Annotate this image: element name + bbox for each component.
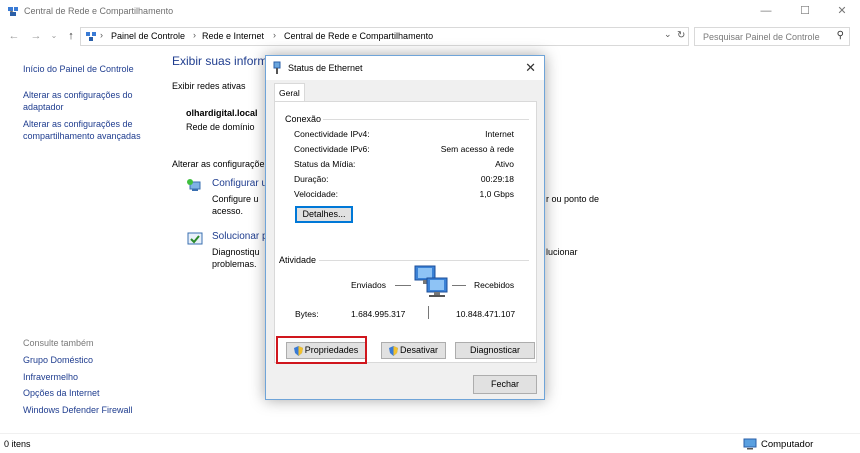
divider <box>315 119 529 120</box>
breadcrumb-central-de-rede[interactable]: Central de Rede e Compartilhamento <box>284 31 433 41</box>
breadcrumb-rede-e-internet[interactable]: Rede e Internet <box>202 31 264 41</box>
refresh-icon[interactable]: ↻ <box>677 30 685 41</box>
recent-dropdown-icon[interactable]: ⌄ <box>46 28 62 44</box>
details-button-label: Detalhes... <box>302 209 346 219</box>
navigation-bar: ← → ⌄ ↑ › Painel de Controle › Rede e In… <box>0 24 860 49</box>
close-button[interactable]: Fechar <box>473 375 537 394</box>
task-setup-link[interactable]: Configurar u <box>212 178 267 189</box>
task-setup-description: Configure u <box>212 194 259 204</box>
sidebar-link-infravermelho[interactable]: Infravermelho <box>23 371 78 383</box>
status-bar: 0 itens Computador <box>0 433 860 453</box>
network-type: Rede de domínio <box>186 122 255 132</box>
window-titlebar: Central de Rede e Compartilhamento — ☐ ✕ <box>0 0 860 24</box>
task-setup-description-right: r ou ponto de <box>546 194 600 204</box>
close-button-label: Fechar <box>490 379 519 389</box>
control-panel-icon <box>86 32 96 41</box>
sidebar-link-opcoes-internet[interactable]: Opções da Internet <box>23 387 100 399</box>
details-button[interactable]: Detalhes... <box>295 206 353 223</box>
sidebar-link-firewall[interactable]: Windows Defender Firewall <box>23 404 133 416</box>
sidebar-link-grupo-domestico[interactable]: Grupo Doméstico <box>23 354 93 366</box>
dialog-titlebar: Status de Ethernet ✕ <box>266 56 544 80</box>
activity-group-label: Atividade <box>277 255 319 265</box>
window-title: Central de Rede e Compartilhamento <box>24 6 174 16</box>
network-name: olhardigital.local <box>186 108 258 118</box>
task-setup-description-2: acesso. <box>212 206 244 216</box>
maximize-button[interactable]: ☐ <box>786 0 824 24</box>
troubleshoot-icon <box>187 232 203 245</box>
media-status-label: Status da Mídia: <box>294 159 356 169</box>
computer-icon <box>743 438 757 450</box>
diagnose-button[interactable]: Diagnosticar <box>455 342 535 359</box>
dialog-title: Status de Ethernet <box>288 63 363 73</box>
ipv4-label: Conectividade IPv4: <box>294 129 370 139</box>
network-center-icon <box>8 7 18 16</box>
task-troubleshoot-description-2: problemas. <box>212 259 257 269</box>
breadcrumb-separator-icon: › <box>100 30 103 40</box>
change-settings-label: Alterar as configuraçõe <box>172 159 265 169</box>
forward-arrow-icon[interactable]: → <box>28 28 44 44</box>
ipv6-value: Sem acesso à rede <box>440 144 514 154</box>
bytes-received-value: 10.848.471.107 <box>456 309 516 319</box>
breadcrumb-separator-icon: › <box>193 30 196 40</box>
sidebar: Início do Painel de Controle Alterar as … <box>0 55 160 430</box>
speed-label: Velocidade: <box>294 189 338 199</box>
minimize-button[interactable]: — <box>747 0 785 24</box>
computer-label: Computador <box>761 439 814 450</box>
task-troubleshoot-link[interactable]: Solucionar pr <box>212 231 271 242</box>
active-networks-label: Exibir redes ativas <box>172 81 246 91</box>
received-line <box>452 285 466 286</box>
highlight-box <box>276 336 367 364</box>
task-troubleshoot-description: Diagnostiqu <box>212 247 260 257</box>
connection-group-label: Conexão <box>283 114 324 124</box>
ethernet-plug-icon <box>273 61 281 74</box>
bytes-divider <box>428 306 429 319</box>
ipv6-label: Conectividade IPv6: <box>294 144 370 154</box>
duration-label: Duração: <box>294 174 329 184</box>
disable-button[interactable]: Desativar <box>381 342 446 359</box>
search-box[interactable]: Pesquisar Painel de Controle ⚲ <box>694 27 850 46</box>
duration-value: 00:29:18 <box>480 174 514 184</box>
page-title: Exibir suas inform <box>172 54 268 68</box>
dialog-close-icon[interactable]: ✕ <box>525 60 536 76</box>
diagnose-button-label: Diagnosticar <box>469 345 521 355</box>
network-computers-icon <box>414 265 448 297</box>
sent-line <box>395 285 411 286</box>
speed-value: 1,0 Gbps <box>479 189 515 199</box>
sidebar-link-adaptador[interactable]: Alterar as configurações do adaptador <box>23 89 148 113</box>
search-icon[interactable]: ⚲ <box>837 30 844 41</box>
task-troubleshoot-description-right: lucionar <box>546 247 578 257</box>
breadcrumb-separator-icon: › <box>273 30 276 40</box>
bytes-label: Bytes: <box>295 309 319 319</box>
bytes-sent-value: 1.684.995.317 <box>351 309 406 319</box>
ipv4-value: Internet <box>485 129 514 139</box>
back-arrow-icon[interactable]: ← <box>6 28 22 44</box>
sidebar-link-compartilhamento[interactable]: Alterar as configurações de compartilham… <box>23 118 153 142</box>
see-also-heading: Consulte também <box>23 338 94 348</box>
received-label: Recebidos <box>474 280 515 290</box>
media-status-value: Ativo <box>495 159 514 169</box>
tab-geral[interactable]: Geral <box>274 83 305 102</box>
address-bar[interactable]: › Painel de Controle › Rede e Internet ›… <box>80 27 689 46</box>
divider <box>319 260 529 261</box>
disable-button-label: Desativar <box>399 345 438 355</box>
network-setup-icon <box>187 179 201 191</box>
tab-panel: Conexão Conectividade IPv4: Internet Con… <box>274 101 537 363</box>
sidebar-link-inicio[interactable]: Início do Painel de Controle <box>23 63 134 75</box>
breadcrumb-painel-de-controle[interactable]: Painel de Controle <box>111 31 185 41</box>
up-arrow-icon[interactable]: ↑ <box>63 28 79 44</box>
address-dropdown-icon[interactable]: ⌄ <box>664 29 672 40</box>
uac-shield-icon <box>388 345 398 356</box>
sent-label: Enviados <box>351 280 386 290</box>
search-input[interactable]: Pesquisar Painel de Controle <box>703 32 820 42</box>
close-window-button[interactable]: ✕ <box>823 0 860 24</box>
tab-geral-label: Geral <box>279 88 300 98</box>
items-count: 0 itens <box>4 439 31 449</box>
